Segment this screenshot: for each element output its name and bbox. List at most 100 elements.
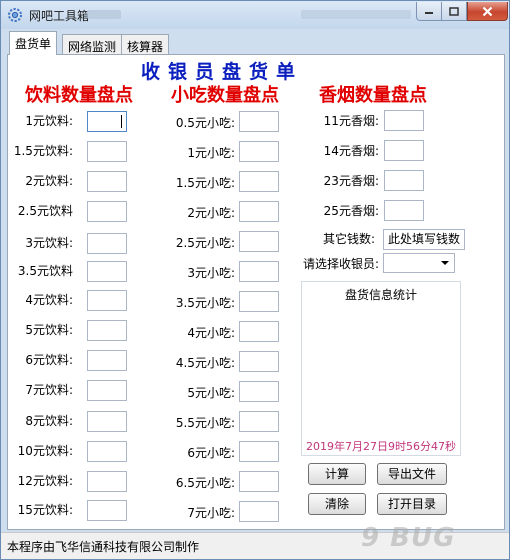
drink-label: 6元饮料: — [25, 353, 73, 367]
drink-label: 7元饮料: — [25, 383, 73, 397]
drink-label: 1元饮料: — [25, 114, 73, 128]
title-blur-mask — [87, 10, 121, 19]
other-money-label: 其它钱数: — [323, 232, 376, 246]
tab-network-monitor[interactable]: 网络监测 — [62, 34, 123, 55]
snack-qty-input[interactable] — [239, 321, 279, 342]
snack-qty-input[interactable] — [239, 291, 279, 312]
drink-label: 3元饮料: — [25, 236, 73, 250]
snack-qty-input[interactable] — [239, 471, 279, 492]
drink-label: 5元饮料: — [25, 323, 73, 337]
drinks-section-title: 饮料数量盘点 — [25, 85, 133, 106]
app-gear-icon — [8, 8, 22, 22]
watermark-logo: 9 BUG — [361, 523, 456, 553]
tab-calculator[interactable]: 核算器 — [121, 34, 170, 55]
snack-qty-input[interactable] — [239, 441, 279, 462]
drink-qty-input[interactable] — [87, 233, 127, 254]
maximize-icon — [449, 6, 459, 16]
snack-qty-input[interactable] — [239, 351, 279, 372]
other-money-input[interactable]: 此处填写钱数 — [383, 229, 465, 250]
page-title: 收银员盘货单 — [141, 61, 304, 83]
open-directory-button[interactable]: 打开目录 — [377, 493, 447, 515]
drink-qty-input[interactable] — [87, 320, 127, 341]
cigarette-label: 14元香烟: — [323, 144, 379, 158]
cigarette-label: 23元香烟: — [323, 174, 379, 188]
snack-label: 5.5元小吃: — [175, 416, 235, 430]
minimize-button[interactable] — [416, 2, 442, 21]
tab-label: 网络监测 — [68, 40, 117, 54]
cigarette-label: 11元香烟: — [323, 114, 379, 128]
app-window: 网吧工具箱 盘货单 网络监测 核算器 收银员盘货单 饮料数量盘点 小吃数量盘点 … — [0, 0, 510, 560]
snack-qty-input[interactable] — [239, 201, 279, 222]
snack-qty-input[interactable] — [239, 111, 279, 132]
chevron-down-icon — [441, 261, 449, 265]
snack-label: 0.5元小吃: — [175, 116, 235, 130]
snack-qty-input[interactable] — [239, 171, 279, 192]
snack-label: 1.5元小吃: — [175, 176, 235, 190]
clear-button[interactable]: 清除 — [308, 493, 366, 515]
drink-label: 4元饮料: — [25, 293, 73, 307]
snack-qty-input[interactable] — [239, 501, 279, 522]
tab-strip: 盘货单 网络监测 核算器 — [7, 31, 505, 55]
title-blur-mask-2 — [301, 10, 411, 19]
drink-qty-input[interactable] — [87, 441, 127, 462]
cigarette-qty-input[interactable] — [384, 170, 424, 191]
drink-qty-input[interactable] — [87, 411, 127, 432]
drink-label: 1.5元饮料: — [13, 144, 73, 158]
drink-label: 2元饮料: — [25, 174, 73, 188]
drink-label: 15元饮料: — [17, 503, 73, 517]
close-icon — [482, 6, 493, 16]
tab-inventory[interactable]: 盘货单 — [9, 31, 58, 55]
drink-label: 12元饮料: — [17, 474, 73, 488]
window-title: 网吧工具箱 — [29, 9, 90, 23]
drink-qty-input[interactable] — [87, 201, 127, 222]
status-text: 本程序由飞华信通科技有限公司制作 — [7, 540, 200, 554]
text-caret — [121, 115, 122, 128]
snack-qty-input[interactable] — [239, 381, 279, 402]
drink-qty-input[interactable] — [87, 471, 127, 492]
drink-label: 2.5元饮料 — [17, 204, 73, 218]
calculate-button[interactable]: 计算 — [308, 463, 366, 485]
snack-label: 2元小吃: — [187, 206, 235, 220]
drink-label: 3.5元饮料 — [17, 264, 73, 278]
close-button[interactable] — [467, 2, 508, 21]
snack-qty-input[interactable] — [239, 141, 279, 162]
tab-label: 盘货单 — [15, 37, 52, 51]
snack-qty-input[interactable] — [239, 261, 279, 282]
cigarette-label: 25元香烟: — [323, 204, 379, 218]
cigarette-qty-input[interactable] — [384, 200, 424, 221]
snack-label: 6元小吃: — [187, 446, 235, 460]
inventory-stats-box: 盘货信息统计 2019年7月27日9时56分47秒 — [301, 281, 461, 456]
title-bar[interactable]: 网吧工具箱 — [1, 1, 509, 29]
stats-timestamp: 2019年7月27日9时56分47秒 — [306, 440, 456, 453]
stats-title: 盘货信息统计 — [344, 288, 417, 302]
drink-qty-input[interactable] — [87, 171, 127, 192]
snack-label: 2.5元小吃: — [175, 236, 235, 250]
maximize-button[interactable] — [442, 2, 467, 21]
snack-label: 7元小吃: — [187, 506, 235, 520]
snack-label: 6.5元小吃: — [175, 476, 235, 490]
drink-qty-input[interactable] — [87, 500, 127, 521]
snack-label: 5元小吃: — [187, 386, 235, 400]
snack-qty-input[interactable] — [239, 411, 279, 432]
tab-label: 核算器 — [127, 40, 164, 54]
snack-label: 4.5元小吃: — [175, 356, 235, 370]
snack-qty-input[interactable] — [239, 231, 279, 252]
drink-label: 10元饮料: — [17, 444, 73, 458]
cashier-select-label: 请选择收银员: — [303, 257, 380, 271]
cashier-select[interactable] — [383, 253, 455, 273]
snacks-section-title: 小吃数量盘点 — [171, 85, 279, 106]
cigarette-qty-input[interactable] — [384, 110, 424, 131]
drink-qty-input[interactable] — [87, 141, 127, 162]
drink-qty-input[interactable] — [87, 380, 127, 401]
snack-label: 3.5元小吃: — [175, 296, 235, 310]
drink-qty-input[interactable] — [87, 111, 127, 132]
drink-qty-input[interactable] — [87, 261, 127, 282]
drink-qty-input[interactable] — [87, 350, 127, 371]
cigarette-qty-input[interactable] — [384, 140, 424, 161]
drink-label: 8元饮料: — [25, 414, 73, 428]
drink-qty-input[interactable] — [87, 290, 127, 311]
snack-label: 4元小吃: — [187, 326, 235, 340]
cigarettes-section-title: 香烟数量盘点 — [319, 85, 427, 106]
snack-label: 3元小吃: — [187, 266, 235, 280]
export-file-button[interactable]: 导出文件 — [377, 463, 447, 485]
